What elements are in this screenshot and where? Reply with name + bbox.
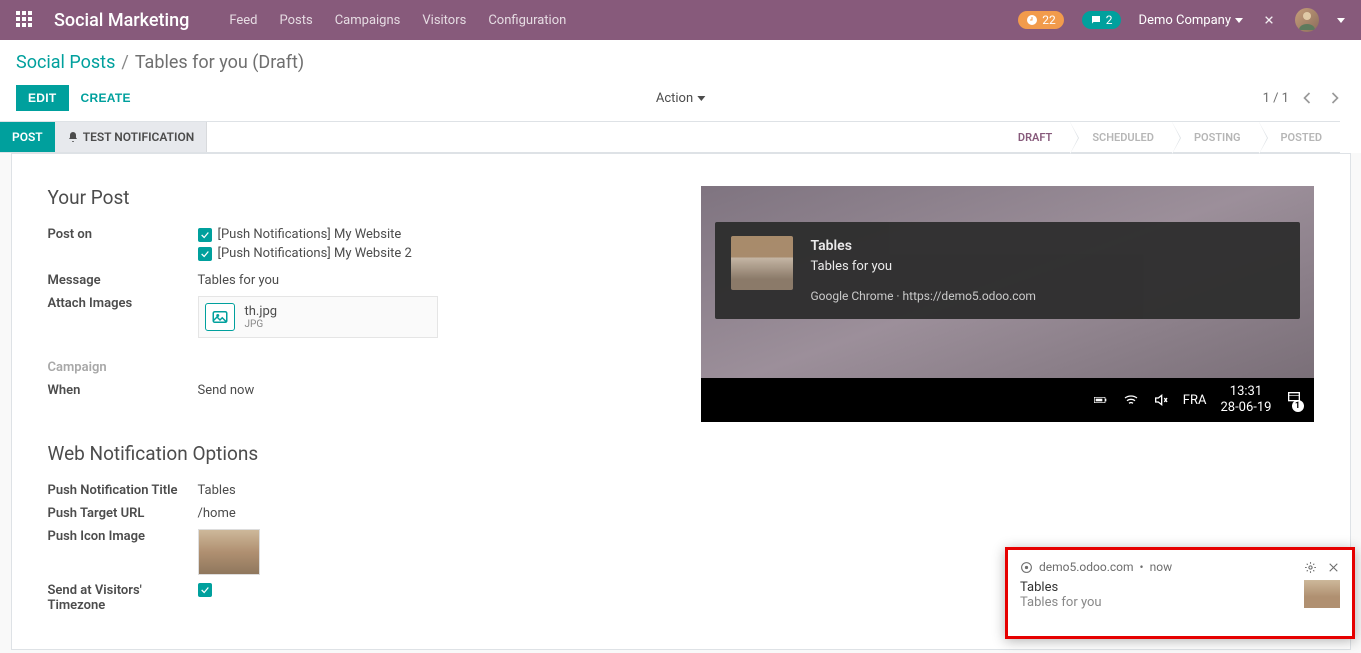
post-button[interactable]: POST <box>0 122 55 152</box>
app-brand: Social Marketing <box>54 10 189 31</box>
breadcrumb-current: Tables for you (Draft) <box>135 52 304 73</box>
taskbar-time: 13:31 <box>1220 384 1271 400</box>
section-your-post-title: Your Post <box>48 186 661 209</box>
edit-button[interactable]: EDIT <box>16 85 69 111</box>
apps-menu-icon[interactable] <box>16 11 34 29</box>
control-bar: EDIT CREATE Action 1 / 1 <box>0 81 1361 121</box>
attachment-type: JPG <box>245 319 278 330</box>
pager-text: 1 / 1 <box>1263 91 1289 106</box>
notification-preview: Tables Tables for you Google Chrome · ht… <box>701 186 1314 378</box>
label-attach-images: Attach Images <box>48 296 198 338</box>
value-message: Tables for you <box>198 273 661 288</box>
activity-indicator[interactable]: 22 <box>1018 11 1064 29</box>
breadcrumb-root[interactable]: Social Posts <box>16 52 115 73</box>
status-strip: POST TEST NOTIFICATION DRAFT SCHEDULED P… <box>0 121 1340 153</box>
nav-visitors[interactable]: Visitors <box>422 13 466 28</box>
nav-configuration[interactable]: Configuration <box>488 13 566 28</box>
label-push-title: Push Notification Title <box>48 483 198 498</box>
preview-body: Tables for you <box>811 257 1036 277</box>
avatar-placeholder-icon <box>1295 8 1319 32</box>
nav-posts[interactable]: Posts <box>280 13 313 28</box>
label-when: When <box>48 383 198 398</box>
checkbox-checked-icon[interactable] <box>198 247 212 261</box>
stage-bar: DRAFT SCHEDULED POSTING POSTED <box>996 122 1340 152</box>
post-on-option-1: [Push Notifications] My Website <box>198 227 661 242</box>
developer-tools-icon[interactable] <box>1261 12 1277 28</box>
create-button[interactable]: CREATE <box>69 85 143 111</box>
notification-title: Tables <box>1020 580 1292 595</box>
chrome-icon <box>1020 561 1033 574</box>
caret-down-icon <box>697 96 705 101</box>
user-avatar[interactable] <box>1295 8 1319 32</box>
battery-icon <box>1093 392 1109 408</box>
pager-prev-icon[interactable] <box>1297 88 1317 108</box>
test-notification-button[interactable]: TEST NOTIFICATION <box>55 122 208 152</box>
close-icon[interactable] <box>1327 561 1340 574</box>
speech-bubble-icon <box>1090 14 1102 26</box>
image-file-icon <box>205 303 235 331</box>
nav-feed[interactable]: Feed <box>229 13 257 28</box>
pager-next-icon[interactable] <box>1325 88 1345 108</box>
gear-icon[interactable] <box>1304 561 1317 574</box>
discuss-indicator[interactable]: 2 <box>1082 11 1121 29</box>
breadcrumb: Social Posts / Tables for you (Draft) <box>0 40 1361 81</box>
label-push-url: Push Target URL <box>48 506 198 521</box>
stage-draft[interactable]: DRAFT <box>996 122 1070 152</box>
breadcrumb-separator: / <box>121 52 128 73</box>
attachment-filename: th.jpg <box>245 304 278 319</box>
taskbar-lang: FRA <box>1183 393 1207 408</box>
notification-when: now <box>1150 560 1173 574</box>
value-campaign <box>198 360 661 375</box>
bell-icon <box>67 131 79 143</box>
checkbox-checked-icon[interactable] <box>198 228 212 242</box>
action-dropdown[interactable]: Action <box>656 91 705 106</box>
main-nav: Feed Posts Campaigns Visitors Configurat… <box>229 13 566 28</box>
attachment-chip[interactable]: th.jpg JPG <box>198 296 438 338</box>
label-send-at-tz: Send at Visitors' Timezone <box>48 583 198 613</box>
notification-body: Tables for you <box>1020 595 1292 610</box>
stage-posting[interactable]: POSTING <box>1172 122 1259 152</box>
push-icon-thumbnail <box>198 529 260 575</box>
user-menu-caret-icon[interactable] <box>1337 18 1345 23</box>
pager: 1 / 1 <box>1263 88 1345 108</box>
post-on-option-2: [Push Notifications] My Website 2 <box>198 246 661 261</box>
label-push-icon: Push Icon Image <box>48 529 198 575</box>
nav-campaigns[interactable]: Campaigns <box>335 13 401 28</box>
stage-scheduled[interactable]: SCHEDULED <box>1070 122 1172 152</box>
notification-thumbnail <box>1304 580 1340 608</box>
topbar: Social Marketing Feed Posts Campaigns Vi… <box>0 0 1361 40</box>
stage-posted[interactable]: POSTED <box>1259 122 1341 152</box>
caret-down-icon <box>1235 18 1243 23</box>
browser-notification-popup: demo5.odoo.com • now Tables Tables for y… <box>1005 547 1355 639</box>
preview-thumbnail <box>731 236 793 290</box>
checkbox-checked-icon[interactable] <box>198 583 212 597</box>
label-post-on: Post on <box>48 227 198 265</box>
taskbar-notification-icon: 1 <box>1286 390 1302 410</box>
company-selector[interactable]: Demo Company <box>1139 13 1243 28</box>
clock-icon <box>1026 14 1038 26</box>
label-message: Message <box>48 273 198 288</box>
volume-mute-icon <box>1153 392 1169 408</box>
preview-meta: Google Chrome · https://demo5.odoo.com <box>811 287 1036 305</box>
wifi-icon <box>1123 392 1139 408</box>
value-push-title: Tables <box>198 483 661 498</box>
preview-taskbar: FRA 13:31 28-06-19 1 <box>701 378 1314 422</box>
section-web-notif-title: Web Notification Options <box>48 442 661 465</box>
preview-title: Tables <box>811 236 1036 257</box>
label-campaign: Campaign <box>48 360 198 375</box>
value-push-url: /home <box>198 506 661 521</box>
preview-notification-card: Tables Tables for you Google Chrome · ht… <box>715 222 1300 319</box>
notification-origin: demo5.odoo.com <box>1039 560 1134 574</box>
taskbar-date: 28-06-19 <box>1220 400 1271 416</box>
value-when: Send now <box>198 383 661 398</box>
